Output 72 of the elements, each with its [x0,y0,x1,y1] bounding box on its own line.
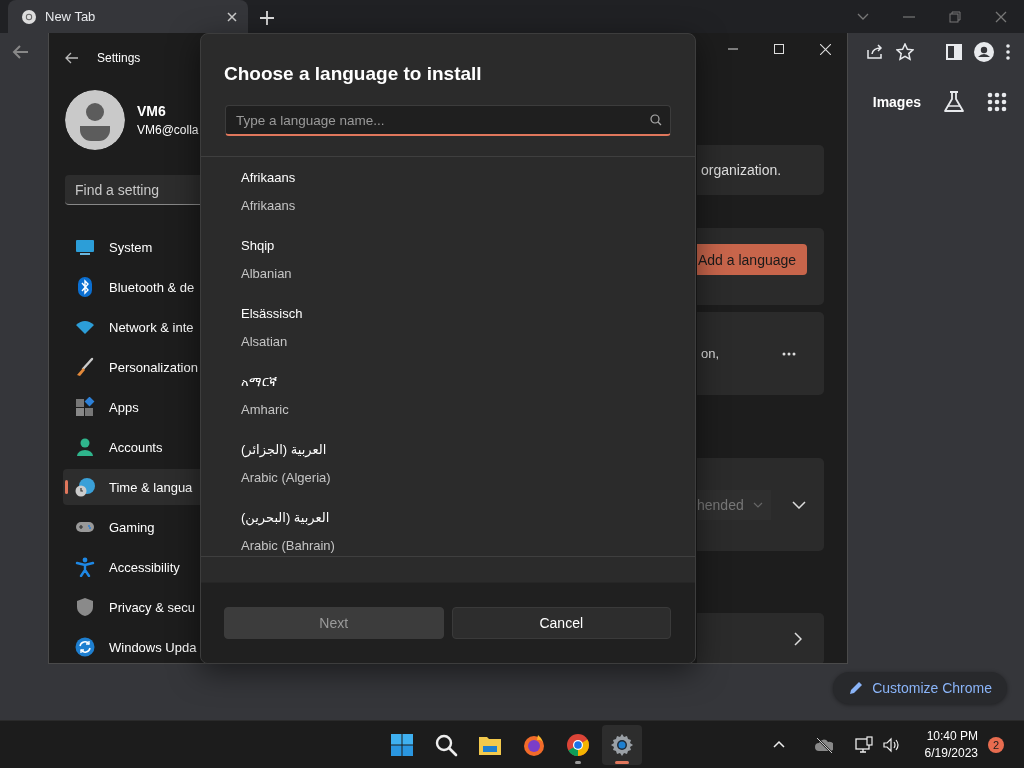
window-title: Settings [97,51,141,65]
speaker-icon[interactable] [882,736,899,753]
language-item[interactable]: Elsässisch Alsatian [241,300,695,356]
accessibility-icon [75,557,95,577]
notification-badge[interactable]: 2 [988,736,1004,753]
search-icon[interactable] [434,732,458,757]
apps-grid-icon[interactable] [987,92,1007,112]
images-link[interactable]: Images [872,94,921,110]
search-field[interactable]: Find a setting [65,175,201,205]
windows-logo-icon[interactable] [390,732,414,757]
card-text: on, [701,346,720,361]
nav-item[interactable]: Bluetooth & de [63,269,201,305]
user-email: VM6@colla [137,123,199,137]
pencil-icon [848,680,865,696]
card-text: organization. [701,162,782,178]
clock-time[interactable]: 10:40 PM [926,727,978,745]
nav-item[interactable]: Personalization [63,349,201,385]
nav-item[interactable]: Accessibility [63,549,201,585]
bluetooth-icon [75,277,95,297]
new-tab-icon[interactable] [260,11,274,25]
avatar-icon [65,90,125,150]
close-icon[interactable] [226,10,238,23]
network-icon[interactable] [854,735,873,754]
profile-icon[interactable] [974,41,994,62]
restore-icon[interactable] [949,10,961,23]
taskbar-button[interactable] [602,724,642,765]
nav-item[interactable]: Apps [63,389,201,425]
side-panel-icon[interactable] [946,43,962,60]
shield-icon [75,597,95,617]
add-language-button[interactable]: Add a language [697,244,807,275]
language-item[interactable]: Afrikaans Afrikaans [241,164,695,220]
user-name: VM6 [137,103,167,119]
chrome-logo-icon[interactable] [566,732,590,757]
nav-item[interactable]: System [63,229,201,265]
search-icon [650,114,662,126]
chevron-up-icon[interactable] [772,740,785,749]
search-field[interactable]: Type a language name... [225,105,671,136]
language-item[interactable]: አማርኛ Amharic [241,368,695,424]
cloud-off-icon[interactable] [814,736,833,753]
dialog-title: Choose a language to install [224,62,483,86]
customize-chrome-button[interactable]: Customize Chrome [833,672,1007,704]
nav-item[interactable]: Windows Upda [63,629,201,663]
more-options-icon[interactable] [782,351,796,356]
person-icon [75,437,95,457]
nav-item[interactable]: Gaming [63,509,201,545]
star-icon[interactable] [896,42,914,61]
share-icon[interactable] [866,42,884,61]
expand-icon[interactable] [792,500,806,509]
flask-icon[interactable] [943,91,965,113]
nav-item[interactable]: Time & langua [63,469,201,505]
fox-globe-icon[interactable] [522,732,546,757]
maximize-icon[interactable] [774,44,784,54]
chrome-logo-icon [21,8,37,25]
nav-item[interactable]: Network & inte [63,309,201,345]
gear-icon[interactable] [610,732,634,757]
menu-icon[interactable] [1006,43,1010,60]
apps-icon [75,397,95,417]
nav-item[interactable]: Accounts [63,429,201,465]
clock-date[interactable]: 6/19/2023 [924,744,978,762]
cancel-button[interactable]: Cancel [451,607,671,639]
paintbrush-icon [75,357,95,377]
sync-icon [75,637,95,657]
globe-clock-icon [75,477,95,497]
nav-item[interactable]: Privacy & secu [63,589,201,625]
language-item[interactable]: Shqip Albanian [241,232,695,288]
browser-tab[interactable]: New Tab [8,0,248,33]
monitor-icon [75,237,95,257]
chevron-down-icon[interactable] [857,13,869,20]
selection-indicator [65,480,68,494]
chevron-right-icon[interactable] [794,632,802,646]
back-arrow-icon[interactable] [65,52,79,64]
chevron-down-icon [753,501,763,508]
